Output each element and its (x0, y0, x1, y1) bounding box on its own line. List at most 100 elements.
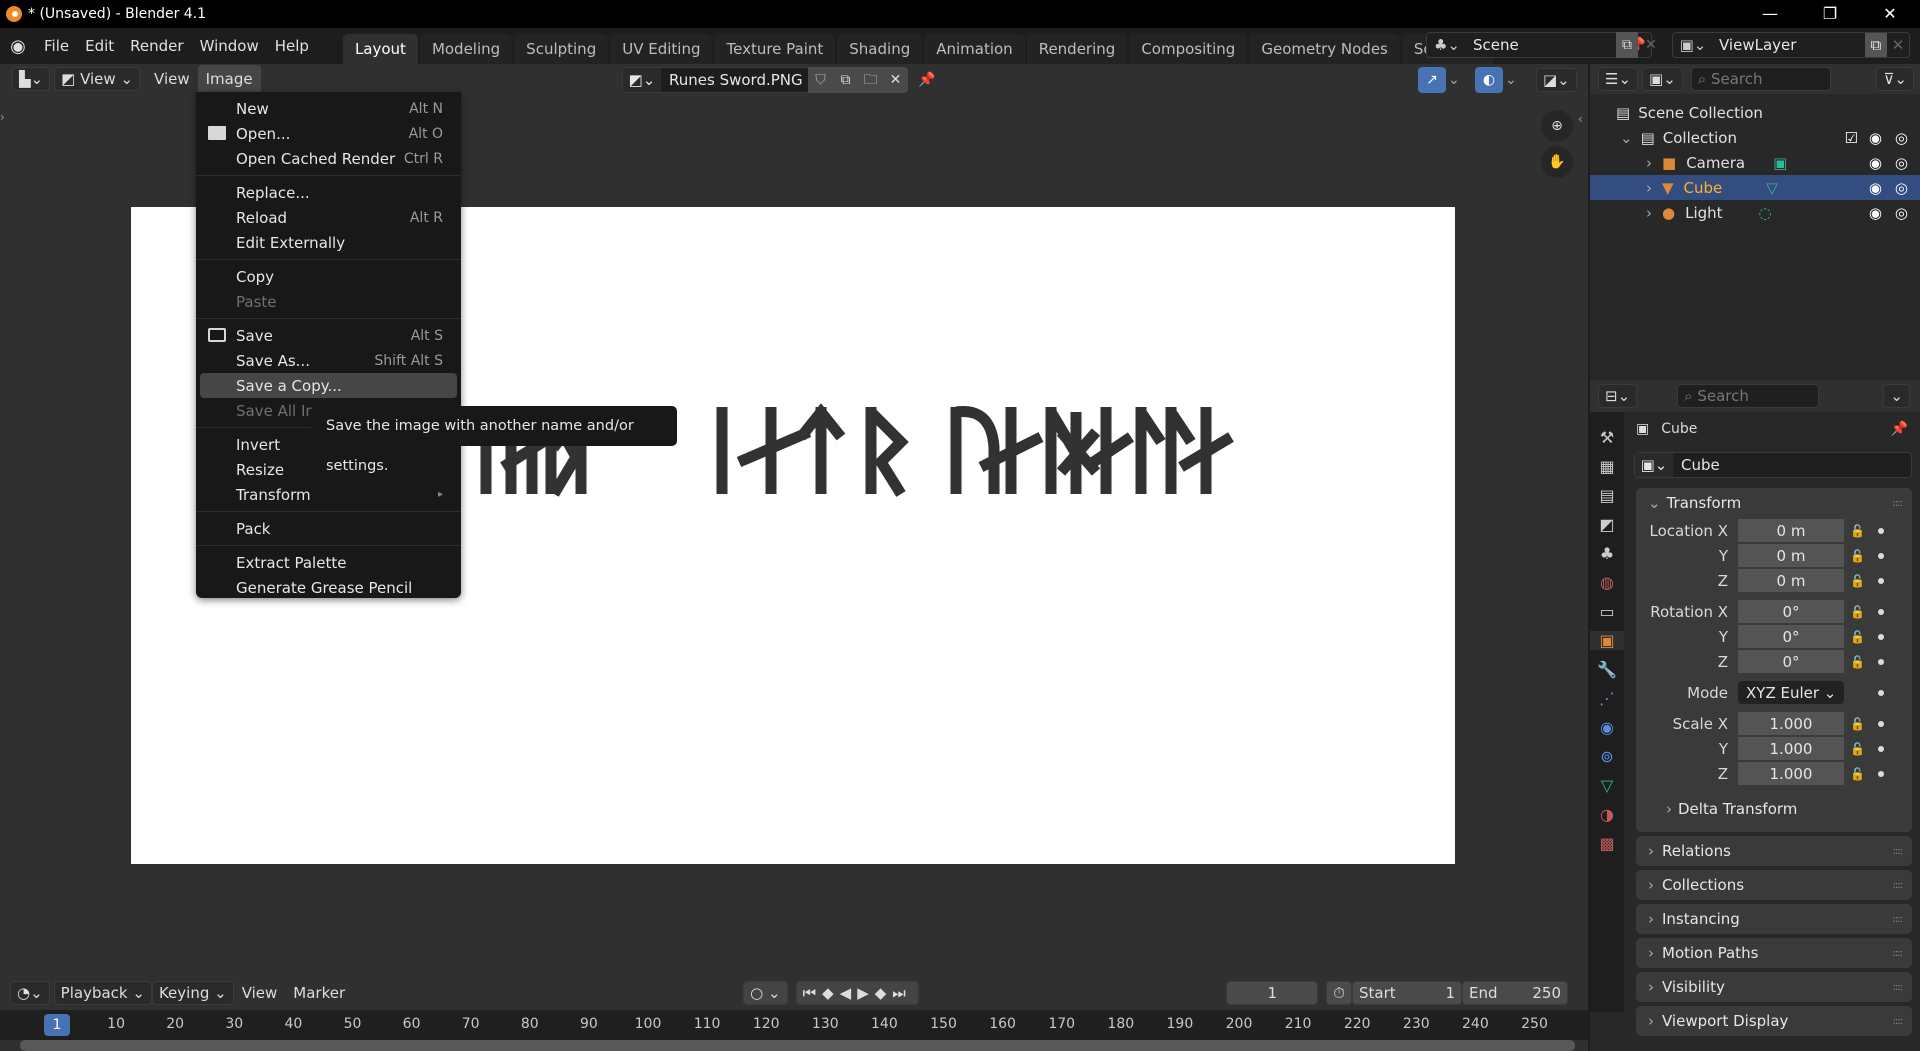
lock-icon[interactable]: 🔓 (1850, 767, 1870, 781)
visibility-panel[interactable]: › Visibility:::: (1636, 972, 1912, 1002)
play-reverse-icon[interactable]: ◀ (840, 984, 858, 1002)
keyframe-dot[interactable] (1878, 658, 1884, 665)
chevron-right-icon[interactable]: › (1646, 179, 1652, 197)
viewlayer-name[interactable]: ViewLayer (1713, 36, 1865, 54)
marker-menu[interactable]: Marker (285, 984, 353, 1002)
lock-icon[interactable]: 🔓 (1850, 630, 1870, 644)
viewport-display-panel[interactable]: › Viewport Display:::: (1636, 1006, 1912, 1036)
keyframe-dot[interactable] (1878, 608, 1884, 615)
lock-icon[interactable]: 🔓 (1850, 655, 1870, 669)
keyframe-dot[interactable] (1878, 720, 1884, 727)
motion-paths-panel[interactable]: › Motion Paths:::: (1636, 938, 1912, 968)
menu-render[interactable]: Render (122, 37, 191, 55)
timeline-editor-type[interactable]: ◔⌄ (10, 981, 50, 1005)
scene-tab-icon[interactable]: ♣ (1600, 544, 1614, 563)
jump-end-icon[interactable]: ⏭ (892, 984, 912, 1002)
delete-scene-button[interactable]: ✕ (1640, 32, 1662, 58)
properties-options-dropdown[interactable]: ⌄ (1883, 384, 1910, 408)
object-name-field[interactable]: ▣⌄ Cube (1634, 452, 1912, 478)
filter-icon[interactable]: ⊽⌄ (1876, 67, 1914, 91)
tab-compositing[interactable]: Compositing (1129, 34, 1248, 64)
modifier-tab-icon[interactable]: 🔧 (1597, 660, 1617, 679)
tab-modeling[interactable]: Modeling (419, 34, 513, 64)
playhead[interactable]: 1 (44, 1014, 70, 1036)
pan-hand-icon[interactable]: ✋ (1541, 146, 1573, 178)
lock-icon[interactable]: 🔓 (1850, 549, 1870, 563)
physics-tab-icon[interactable]: ◉ (1600, 718, 1614, 737)
visibility-eye-icon[interactable]: ◉ (1869, 129, 1882, 147)
properties-editor-type[interactable]: ⊟⌄ (1598, 384, 1638, 408)
lock-icon[interactable]: 🔓 (1850, 574, 1870, 588)
menu-item-pack[interactable]: Pack (196, 516, 461, 541)
close-window-button[interactable]: ✕ (1860, 0, 1920, 28)
keyframe-dot[interactable] (1878, 689, 1884, 696)
next-keyframe-icon[interactable]: ◆ (875, 984, 893, 1002)
lock-icon[interactable]: 🔓 (1850, 524, 1870, 538)
light-data-icon[interactable]: ◌ (1759, 204, 1772, 222)
object-tab-icon[interactable]: ▣ (1590, 631, 1624, 650)
delta-transform-subpanel[interactable]: › Delta Transform (1636, 794, 1912, 824)
chevron-down-icon[interactable]: ⌄ (1620, 129, 1633, 147)
menu-item-reload[interactable]: Reload Alt R (196, 205, 461, 230)
display-mode-dropdown[interactable]: ▣⌄ (1642, 67, 1683, 91)
data-tab-icon[interactable]: ▽ (1601, 776, 1613, 795)
outliner-editor-type[interactable]: ☰⌄ (1598, 67, 1639, 91)
keyframe-dot[interactable] (1878, 552, 1884, 559)
tab-texture-paint[interactable]: Texture Paint (714, 34, 836, 64)
timeline-ruler[interactable]: 1 10 20 30 40 50 60 70 80 90 100 110 120 130 140 150 16… (0, 1010, 1588, 1040)
jump-start-icon[interactable]: ⏮ (803, 984, 823, 1002)
unlink-image-button[interactable]: ✕ (883, 67, 908, 93)
lock-icon[interactable]: 🔓 (1850, 717, 1870, 731)
menu-image[interactable]: Image (197, 65, 261, 93)
mesh-data-icon[interactable]: ▽ (1766, 179, 1778, 197)
keyframe-dot[interactable] (1878, 527, 1884, 534)
menu-view[interactable]: View (146, 70, 198, 88)
outliner-item-light[interactable]: › ● Light ◌ ◉ ◎ (1590, 200, 1920, 225)
menu-window[interactable]: Window (192, 37, 267, 55)
drag-grip-icon[interactable]: :::: (1893, 498, 1904, 509)
menu-item-replace[interactable]: Replace... (196, 180, 461, 205)
visibility-eye-icon[interactable]: ◉ (1869, 179, 1882, 197)
tab-geometry-nodes[interactable]: Geometry Nodes (1249, 34, 1400, 64)
keyframe-dot[interactable] (1878, 577, 1884, 584)
menu-item-copy[interactable]: Copy (196, 264, 461, 289)
editor-type-button[interactable]: ▙⌄ (12, 67, 51, 91)
render-camera-icon[interactable]: ◎ (1895, 154, 1908, 172)
drag-grip-icon[interactable]: :::: (1893, 948, 1904, 959)
menu-item-save-a-copy[interactable]: Save a Copy... (200, 373, 457, 398)
menu-edit[interactable]: Edit (77, 37, 122, 55)
sidebar-expand-arrow[interactable]: ‹ (1578, 112, 1588, 132)
blender-menu-icon[interactable]: ◉ (0, 36, 36, 57)
visibility-eye-icon[interactable]: ◉ (1869, 154, 1882, 172)
gizmo-dropdown[interactable]: ⌄ (1448, 67, 1466, 93)
world-tab-icon[interactable]: ◍ (1600, 573, 1614, 592)
mode-dropdown[interactable]: ◩ View ⌄ (54, 67, 141, 91)
render-tab-icon[interactable]: ▦ (1599, 457, 1614, 476)
open-image-folder-icon[interactable]: 🗀 (858, 67, 883, 93)
tab-animation[interactable]: Animation (924, 34, 1025, 64)
minimize-button[interactable]: — (1740, 0, 1800, 28)
tab-uv-editing[interactable]: UV Editing (610, 34, 713, 64)
visibility-eye-icon[interactable]: ◉ (1869, 204, 1882, 222)
menu-item-open[interactable]: Open... Alt O (196, 121, 461, 146)
particles-tab-icon[interactable]: ⋰ (1599, 689, 1615, 708)
constraints-tab-icon[interactable]: ⊚ (1600, 747, 1613, 766)
collections-panel[interactable]: › Collections:::: (1636, 870, 1912, 900)
drag-grip-icon[interactable]: :::: (1893, 880, 1904, 891)
new-scene-button[interactable]: ⧉ (1616, 32, 1638, 58)
pin-icon[interactable]: 📌 (1891, 421, 1908, 437)
toolbar-expand-arrow[interactable]: › (0, 110, 10, 130)
chevron-right-icon[interactable]: › (1646, 154, 1652, 172)
overlay-toggle-icon[interactable]: ◐ (1475, 67, 1503, 93)
collection-tab-icon[interactable]: ▭ (1599, 602, 1614, 621)
outliner-search[interactable]: ⌕ Search (1690, 67, 1831, 91)
drag-grip-icon[interactable]: :::: (1893, 846, 1904, 857)
outliner-item-cube[interactable]: › ▼ Cube ▽ ◉ ◎ (1590, 175, 1920, 200)
tab-shading[interactable]: Shading (837, 34, 923, 64)
end-frame-field[interactable]: End 250 (1462, 981, 1568, 1005)
tool-tab-icon[interactable]: ⚒ (1600, 428, 1614, 447)
menu-item-save[interactable]: Save Alt S (196, 323, 461, 348)
new-image-button[interactable]: ⧉ (833, 67, 858, 93)
image-name-field[interactable]: Runes Sword.PNG (661, 71, 803, 89)
pin-image-icon[interactable]: 📌 (918, 67, 942, 93)
